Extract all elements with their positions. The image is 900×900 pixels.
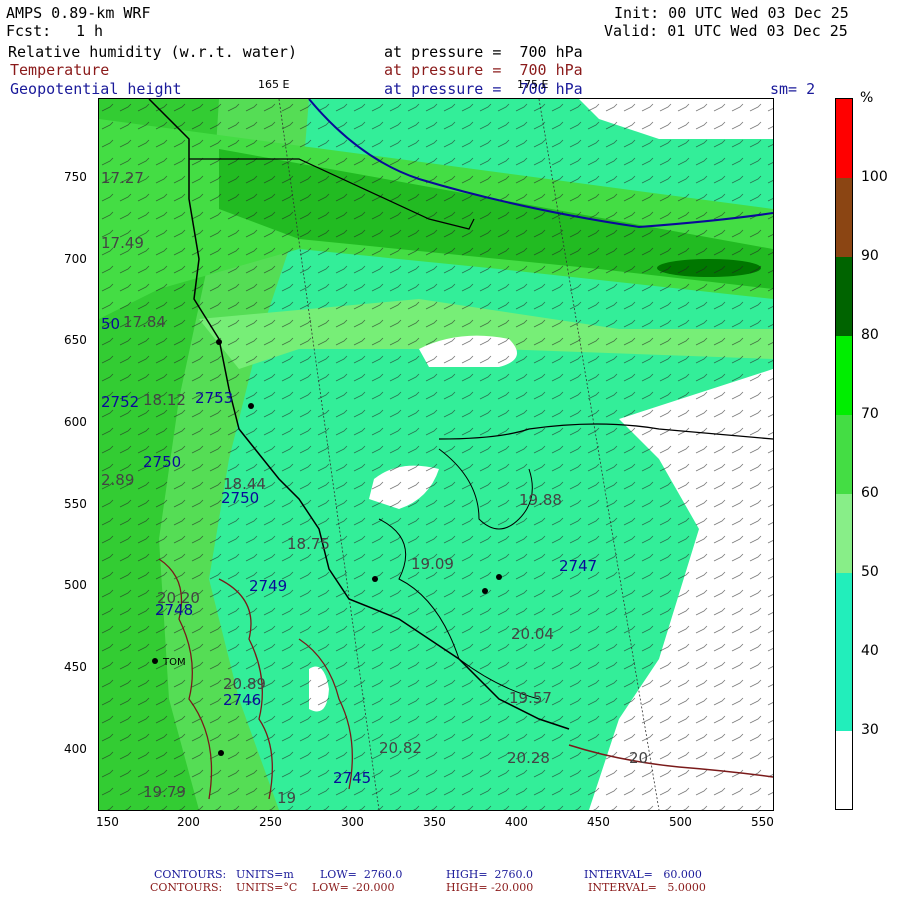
smoothing-label: sm= 2 [770,80,816,98]
height-label: 2747 [559,557,598,575]
height-label: 2753 [195,389,234,407]
colorbar-label: 70 [861,406,879,422]
lon-label-165: 165 E [258,78,290,91]
footer-low: LOW= -20.000 [312,881,395,894]
model-title: AMPS 0.89-km WRF [6,4,151,22]
temp-label: 19.79 [143,783,186,801]
temp-label: 20.82 [379,739,422,757]
y-tick: 650 [64,333,87,347]
y-tick: 700 [64,252,87,266]
field3-name: Geopotential height [10,80,182,98]
temp-label: 17.84 [123,313,166,331]
field3-level: at pressure = 700 hPa [384,80,583,98]
map-panel: 17.27 17.49 17.84 18.12 18.44 18.75 19.0… [98,98,774,811]
field2-name: Temperature [10,61,110,79]
colorbar-label: 30 [861,722,879,738]
footer-high: HIGH= 2760.0 [446,868,534,881]
x-tick: 350 [423,815,446,829]
x-tick: 550 [751,815,774,829]
footer-units: UNITS=m [236,868,294,881]
height-label: 2748 [155,601,194,619]
temp-label: 20 [629,749,649,767]
footer-low: LOW= 2760.0 [320,868,403,881]
height-label: 2749 [249,577,288,595]
temp-label: 18.75 [287,535,330,553]
x-tick: 400 [505,815,528,829]
init-time: Init: 00 UTC Wed 03 Dec 25 [614,4,849,22]
height-label: 2745 [333,769,372,787]
fcst-value: 1 h [76,22,104,40]
lon-label-175: 175 E [517,78,549,91]
temp-label: 19.88 [519,491,562,509]
y-tick: 550 [64,497,87,511]
footer-contours-label: CONTOURS: [154,868,227,881]
x-tick: 200 [177,815,200,829]
temp-label: 17.49 [101,234,144,252]
temp-label: 2.89 [101,471,135,489]
colorbar [835,98,853,810]
station-label: TOM [163,657,186,668]
footer-interval: INTERVAL= 60.000 [584,868,702,881]
y-tick: 750 [64,170,87,184]
colorbar-label: 100 [861,169,888,185]
footer-units: UNITS=°C [236,881,298,894]
temp-label: 20.28 [507,749,550,767]
height-label: 2750 [143,453,182,471]
x-tick: 450 [587,815,610,829]
map-canvas [99,99,773,810]
colorbar-label: 40 [861,643,879,659]
colorbar-label: 90 [861,248,879,264]
footer-contours-label: CONTOURS: [150,881,223,894]
colorbar-label: 60 [861,485,879,501]
colorbar-unit: % [860,90,874,106]
valid-time: Valid: 01 UTC Wed 03 Dec 25 [604,22,848,40]
x-tick: 250 [259,815,282,829]
fcst-label: Fcst: [6,22,52,40]
temp-label: 19 [277,789,297,807]
temp-label: 20.04 [511,625,554,643]
y-tick: 450 [64,660,87,674]
y-tick: 600 [64,415,87,429]
x-tick: 300 [341,815,364,829]
height-label: 2752 [101,393,140,411]
height-label: 2746 [223,691,262,709]
temp-label: 17.27 [101,169,144,187]
y-tick: 500 [64,578,87,592]
height-label: 2750 [221,489,260,507]
footer-interval: INTERVAL= 5.0000 [588,881,706,894]
colorbar-label: 80 [861,327,879,343]
field1-name: Relative humidity (w.r.t. water) [8,43,297,61]
field1-level: at pressure = 700 hPa [384,43,583,61]
field2-level: at pressure = 700 hPa [384,61,583,79]
x-tick: 500 [669,815,692,829]
temp-label: 19.09 [411,555,454,573]
footer-high: HIGH= -20.000 [446,881,534,894]
y-tick: 400 [64,742,87,756]
temp-label: 18.12 [143,391,186,409]
colorbar-label: 50 [861,564,879,580]
temp-label: 19.57 [509,689,552,707]
x-tick: 150 [96,815,119,829]
height-label: 50 [101,315,121,333]
wind-barbs [99,99,773,810]
